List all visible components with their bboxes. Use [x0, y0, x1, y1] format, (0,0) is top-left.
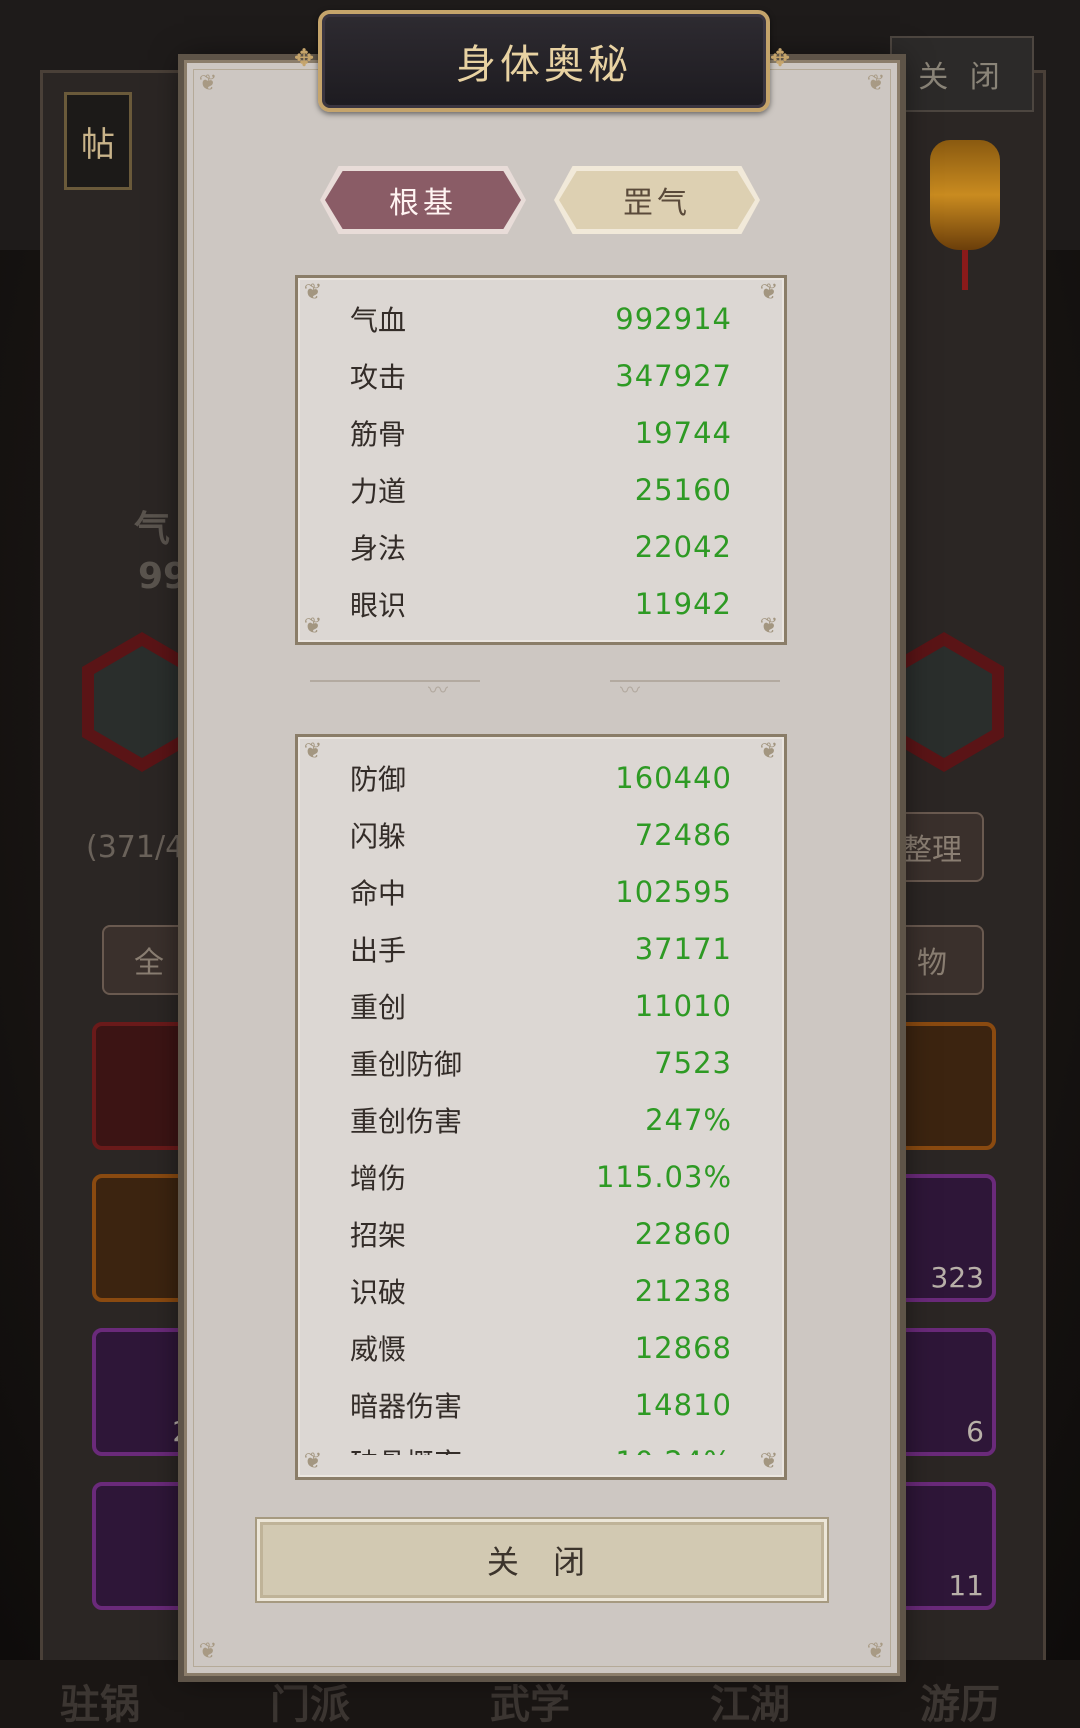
stat-value: 347927 [615, 358, 732, 393]
background-stat-label: 气 [134, 509, 171, 550]
stat-label: 攻击 [350, 360, 407, 394]
background-ornament-icon[interactable] [930, 140, 1000, 290]
tab-foundation[interactable]: 根基 [320, 166, 526, 234]
stat-label: 威慑 [350, 1332, 407, 1366]
stat-row: 招架 22860 [350, 1205, 732, 1262]
corner-ornament-icon: ❦ [866, 71, 886, 96]
stat-row: 出手 37171 [350, 920, 732, 977]
dialog-title-plate: ✥ 身体奥秘 ✥ [294, 10, 790, 112]
title-wing-right-icon: ✥ [770, 44, 791, 72]
section-divider [610, 680, 780, 698]
stat-label: 眼识 [350, 588, 407, 622]
nav-item[interactable]: 游历 [920, 1672, 1000, 1728]
stat-row: 力道 25160 [350, 461, 732, 518]
corner-ornament-icon: ❦ [198, 71, 218, 96]
corner-ornament-icon: ❦ [303, 280, 323, 305]
combat-stats-panel[interactable]: ❦ ❦ ❦ ❦ 防御 160440 闪躲 72486 命中 102595 出手 3717… [295, 734, 787, 1480]
stat-row: 识破 21238 [350, 1262, 732, 1319]
stat-row: 重创伤害 247% [350, 1091, 732, 1148]
stat-label: 防御 [350, 762, 407, 796]
tab-label: 罡气 [623, 186, 691, 221]
stat-row: 威慑 12868 [350, 1319, 732, 1376]
stat-value: 247% [645, 1102, 732, 1137]
stat-label: 增伤 [350, 1161, 407, 1195]
stat-label: 筋骨 [350, 417, 407, 451]
tab-label: 根基 [389, 186, 457, 221]
stat-row: 身法 22042 [350, 518, 732, 575]
stat-value: 21238 [634, 1273, 732, 1308]
stat-value: 19744 [634, 415, 732, 450]
stat-value: 992914 [615, 301, 732, 336]
close-button-label: 关 闭 [486, 1543, 598, 1581]
stat-label: 气血 [350, 303, 407, 337]
slot-count: 323 [930, 1261, 984, 1294]
stat-row: 气血 992914 [350, 290, 732, 347]
stat-label: 重创 [350, 990, 407, 1024]
stat-row: 闪躲 72486 [350, 806, 732, 863]
stat-row: 暗器伤害 14810 [350, 1376, 732, 1433]
stat-value: 22860 [634, 1216, 732, 1251]
stat-label: 力道 [350, 474, 407, 508]
stat-value: 37171 [634, 931, 732, 966]
corner-ornament-icon: ❦ [866, 1639, 886, 1664]
stat-value: 11942 [634, 586, 732, 621]
corner-ornament-icon: ❦ [759, 614, 779, 639]
corner-ornament-icon: ❦ [303, 614, 323, 639]
corner-ornament-icon: ❦ [759, 280, 779, 305]
stat-label: 命中 [350, 876, 407, 910]
stat-value: 115.03% [595, 1159, 732, 1194]
background-close-button[interactable]: 关 闭 [890, 36, 1034, 112]
nav-item[interactable]: 驻锅 [60, 1672, 140, 1728]
stat-value: 102595 [615, 874, 732, 909]
dialog-title: 身体奥秘 [456, 42, 632, 88]
background-filter-all-tab[interactable]: 全 [102, 925, 196, 995]
nav-item[interactable]: 门派 [270, 1672, 350, 1728]
stat-row: 增伤 115.03% [350, 1148, 732, 1205]
stat-value: 10.24% [615, 1445, 732, 1456]
corner-ornament-icon: ❦ [198, 1639, 218, 1664]
base-stats-panel: ❦ ❦ ❦ ❦ 气血 992914 攻击 347927 筋骨 19744 力道 2516… [295, 275, 787, 645]
stat-value: 72486 [634, 817, 732, 852]
stat-row: 命中 102595 [350, 863, 732, 920]
stat-label: 破骨概率 [350, 1442, 462, 1456]
stat-row: 重创防御 7523 [350, 1034, 732, 1091]
stat-label: 出手 [350, 933, 407, 967]
slot-count: 6 [966, 1415, 984, 1448]
section-divider [310, 680, 480, 698]
stat-row: 筋骨 19744 [350, 404, 732, 461]
stat-row: 攻击 347927 [350, 347, 732, 404]
stat-value: 7523 [654, 1045, 732, 1080]
close-button[interactable]: 关 闭 [257, 1519, 827, 1601]
stat-value: 160440 [615, 760, 732, 795]
title-wing-left-icon: ✥ [294, 44, 315, 72]
stat-label: 暗器伤害 [350, 1389, 463, 1423]
stat-label: 闪躲 [350, 819, 407, 853]
nav-item[interactable]: 武学 [490, 1672, 570, 1728]
divider-ornament-icon: 〰 [428, 678, 448, 702]
slot-count: 11 [948, 1569, 984, 1602]
stat-label: 身法 [350, 531, 407, 565]
stat-label: 重创伤害 [350, 1104, 463, 1138]
stat-value: 25160 [634, 472, 732, 507]
stat-label: 重创防御 [350, 1047, 463, 1081]
background-inventory-count: (371/4 [86, 830, 185, 865]
background-stat-value: 99 [138, 556, 189, 597]
stat-row: 重创 11010 [350, 977, 732, 1034]
nav-item[interactable]: 江湖 [710, 1672, 790, 1728]
stat-value: 11010 [634, 988, 732, 1023]
stat-value: 12868 [634, 1330, 732, 1365]
tab-gang-qi[interactable]: 罡气 [554, 166, 760, 234]
background-tie-badge[interactable]: 帖 [64, 92, 132, 190]
stat-row: 眼识 11942 [350, 575, 732, 632]
stat-row: 防御 160440 [350, 749, 732, 806]
stat-value: 22042 [634, 529, 732, 564]
stat-label: 识破 [350, 1275, 407, 1309]
stat-value: 14810 [634, 1387, 732, 1422]
stat-label: 招架 [350, 1218, 407, 1252]
stat-row: 破骨概率 10.24% [350, 1433, 732, 1456]
